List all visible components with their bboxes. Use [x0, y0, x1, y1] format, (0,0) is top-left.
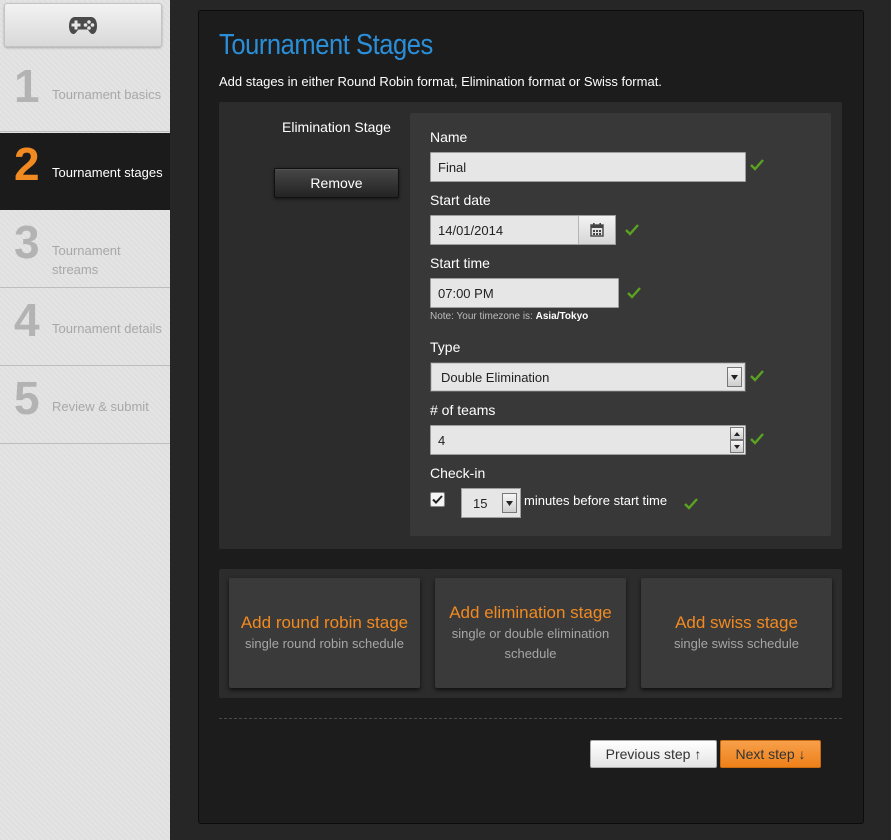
dropdown-arrow[interactable]	[502, 493, 517, 513]
card-title: Add round robin stage	[240, 613, 409, 632]
page-title: Tournament Stages	[219, 29, 433, 61]
add-round-robin-stage-button[interactable]: Add round robin stage single round robin…	[229, 578, 420, 688]
calendar-icon	[590, 223, 604, 237]
card-subtitle: single round robin schedule	[245, 636, 404, 651]
type-select-value: Double Elimination	[441, 369, 550, 385]
valid-check-icon	[750, 159, 764, 171]
valid-check-icon	[750, 433, 764, 445]
step-label: Tournament stages	[52, 165, 163, 180]
checkin-description: minutes before start time	[524, 493, 668, 508]
card-title: Add swiss stage	[675, 613, 798, 632]
sidebar-step-tournament-stages[interactable]: 2 Tournament stages	[0, 133, 170, 210]
name-label: Name	[430, 129, 468, 145]
chevron-down-icon	[734, 444, 740, 449]
gamepad-icon	[69, 17, 97, 34]
valid-check-icon	[627, 287, 641, 299]
card-subtitle: single swiss schedule	[673, 636, 799, 651]
step-number: 3	[14, 216, 40, 268]
valid-check-icon	[750, 370, 764, 382]
valid-check-icon	[684, 498, 698, 510]
timezone-value: Asia/Tokyo	[535, 311, 589, 322]
start-date-label: Start date	[430, 192, 491, 208]
spin-down-button[interactable]	[730, 440, 744, 453]
start-date-input[interactable]: 14/01/2014	[430, 215, 579, 245]
step-number: 4	[14, 294, 40, 346]
remove-stage-button[interactable]: Remove	[274, 168, 399, 198]
sidebar-step-tournament-details[interactable]: 4 Tournament details	[0, 289, 170, 366]
name-input[interactable]: Final	[430, 152, 746, 182]
stage-editor: Elimination Stage Remove Name Final Star…	[219, 102, 842, 549]
teams-label: # of teams	[430, 402, 496, 418]
spin-up-button[interactable]	[730, 427, 744, 440]
stage-form: Name Final Start date 14/01/2014 Start t…	[410, 113, 831, 536]
start-time-label: Start time	[430, 255, 490, 271]
add-elimination-stage-button[interactable]: Add elimination stage single or double e…	[435, 578, 626, 688]
valid-check-icon	[625, 224, 639, 236]
main-panel: Tournament Stages Add stages in either R…	[198, 10, 864, 824]
stage-type-label: Elimination Stage	[282, 119, 391, 135]
chevron-down-icon	[731, 374, 738, 380]
checkin-minutes-select[interactable]: 15	[461, 488, 521, 518]
sidebar-step-review-submit[interactable]: 5 Review & submit	[0, 367, 170, 444]
sidebar-step-tournament-streams[interactable]: 3 Tournament streams	[0, 211, 170, 288]
chevron-up-icon	[734, 431, 740, 436]
step-label: Tournament basics	[52, 87, 162, 102]
add-swiss-stage-button[interactable]: Add swiss stage single swiss schedule	[641, 578, 832, 688]
checkmark-icon	[432, 495, 443, 504]
next-step-button[interactable]: Next step ↓	[720, 740, 821, 768]
step-label: Tournament streams	[52, 243, 121, 277]
type-select[interactable]: Double Elimination	[430, 362, 746, 392]
teams-value: 4	[438, 432, 446, 448]
divider	[219, 718, 842, 719]
step-number: 1	[14, 60, 40, 112]
checkin-label: Check-in	[430, 465, 486, 481]
checkin-checkbox[interactable]	[430, 492, 445, 507]
timezone-note: Note: Your timezone is: Asia/Tokyo	[430, 311, 589, 322]
card-subtitle: single or double elimination schedule	[451, 626, 610, 661]
calendar-button[interactable]	[578, 215, 616, 245]
sidebar-step-tournament-basics[interactable]: 1 Tournament basics	[0, 55, 170, 132]
start-time-input[interactable]: 07:00 PM	[430, 278, 619, 308]
add-stage-area: Add round robin stage single round robin…	[219, 569, 842, 698]
logo-button[interactable]	[4, 3, 162, 47]
step-label: Tournament details	[52, 321, 162, 336]
page-subtitle: Add stages in either Round Robin format,…	[219, 74, 662, 89]
teams-number-input[interactable]: 4	[430, 425, 746, 455]
wizard-sidebar: 1 Tournament basics 2 Tournament stages …	[0, 0, 170, 840]
chevron-down-icon	[506, 500, 513, 506]
dropdown-arrow[interactable]	[727, 367, 742, 387]
checkin-minutes-value: 15	[473, 495, 488, 511]
previous-step-button[interactable]: Previous step ↑	[590, 740, 717, 768]
step-number: 2	[14, 138, 40, 190]
step-label: Review & submit	[52, 399, 149, 414]
step-number: 5	[14, 372, 40, 424]
type-label: Type	[430, 339, 461, 355]
card-title: Add elimination stage	[449, 603, 612, 622]
